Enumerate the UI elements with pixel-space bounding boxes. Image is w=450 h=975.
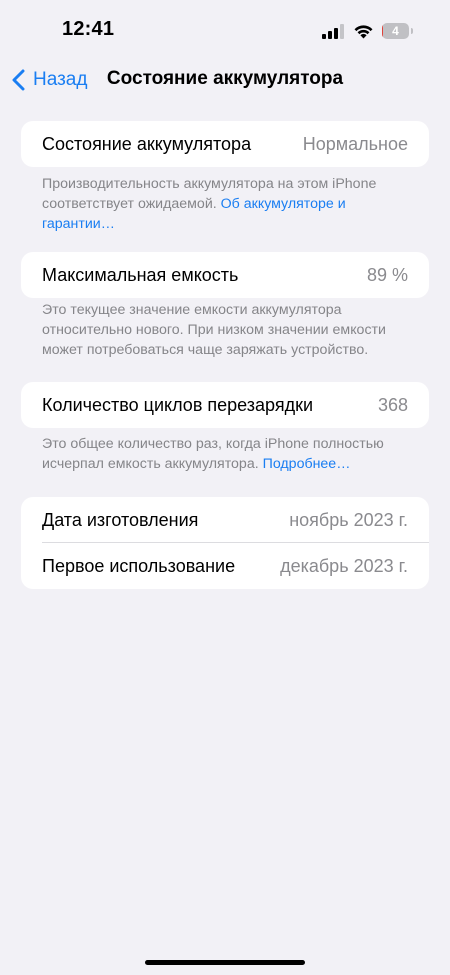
status-time: 12:41 [62,18,115,40]
manufacture-date-value: ноябрь 2023 г. [289,509,408,530]
battery-health-card: Состояние аккумулятора Нормальное [21,121,429,167]
cycle-count-label: Количество циклов перезарядки [42,394,314,415]
max-capacity-footnote-text: Это текущее значение емкости аккумулятор… [42,302,386,358]
battery-cap [411,28,413,34]
cycle-count-footnote: Это общее количество раз, когда iPhone п… [42,434,412,474]
status-bar: 12:41 4 [0,0,450,60]
first-use-value: декабрь 2023 г. [280,555,408,576]
max-capacity-card: Максимальная емкость 89 % [21,252,429,298]
cycle-count-card: Количество циклов перезарядки 368 [21,382,429,428]
max-capacity-footnote: Это текущее значение емкости аккумулятор… [42,300,412,360]
first-use-label: Первое использование [42,555,236,576]
cycle-count-row: Количество циклов перезарядки 368 [21,382,429,428]
signal-icon [322,23,344,39]
max-capacity-label: Максимальная емкость [42,264,239,285]
manufacture-date-row: Дата изготовления ноябрь 2023 г. [21,497,429,543]
max-capacity-row: Максимальная емкость 89 % [21,252,429,298]
nav-bar: Назад Состояние аккумулятора [0,60,450,100]
battery-health-row: Состояние аккумулятора Нормальное [21,121,429,167]
battery-health-footnote: Производительность аккумулятора на этом … [42,174,412,234]
max-capacity-value: 89 % [366,264,408,285]
wifi-icon [354,25,373,39]
battery-icon: 4 [382,23,414,39]
battery-health-value: Нормальное [302,133,408,154]
dates-card: Дата изготовления ноябрь 2023 г. Первое … [21,497,429,589]
manufacture-date-label: Дата изготовления [42,509,199,530]
first-use-row: Первое использование декабрь 2023 г. [21,543,429,589]
battery-health-label: Состояние аккумулятора [42,133,252,154]
cycle-count-value: 368 [377,394,408,415]
home-indicator[interactable] [145,960,305,965]
page-title: Состояние аккумулятора [106,68,344,89]
status-icons: 4 [322,22,414,40]
more-info-link[interactable]: Подробнее… [263,456,351,472]
battery-level-text: 4 [392,24,399,38]
